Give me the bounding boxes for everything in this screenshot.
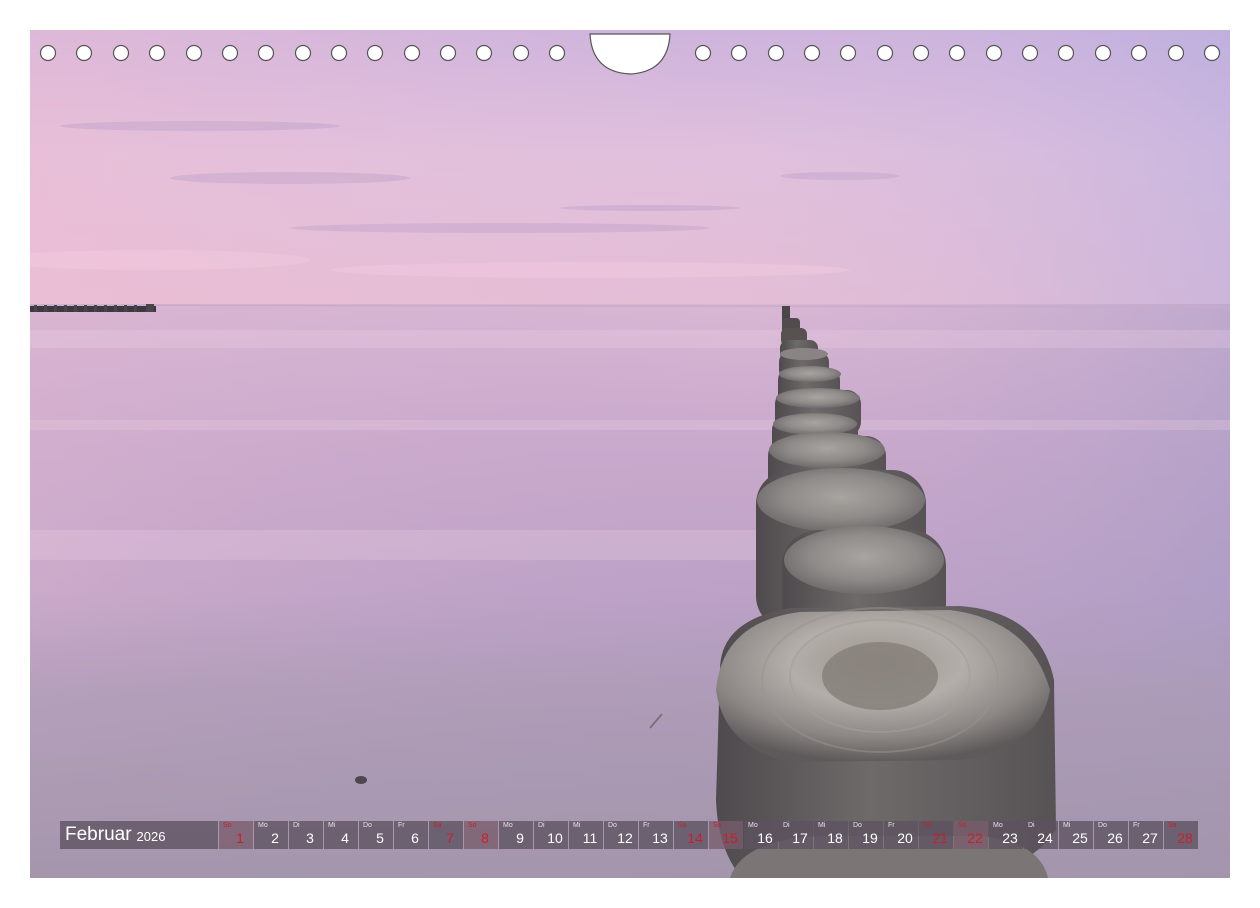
photo-scene [30, 30, 1230, 878]
day-cell: Mi 4 [324, 821, 358, 849]
day-cell: Mo 9 [499, 821, 533, 849]
day-number: 4 [341, 830, 349, 846]
day-number: 18 [827, 830, 843, 846]
day-number: 3 [306, 830, 314, 846]
day-cell: Mi 11 [569, 821, 603, 849]
day-cell: Mi 18 [814, 821, 848, 849]
day-cell: Fr 27 [1129, 821, 1163, 849]
day-cell: Di 24 [1024, 821, 1058, 849]
day-cell: Do 5 [359, 821, 393, 849]
day-number: 6 [411, 830, 419, 846]
day-cell: Mo 16 [744, 821, 778, 849]
day-number: 16 [757, 830, 773, 846]
month-year: 2026 [136, 829, 166, 844]
day-number: 11 [582, 830, 598, 846]
day-cell: Sa 7 [429, 821, 463, 849]
day-cell: Sa 21 [919, 821, 953, 849]
day-cell: Sa 14 [674, 821, 708, 849]
day-cell: Do 12 [604, 821, 638, 849]
day-cell: Di 3 [289, 821, 323, 849]
day-number: 28 [1177, 830, 1193, 846]
day-number: 2 [271, 830, 279, 846]
day-cell: Sa 28 [1164, 821, 1198, 849]
day-cell: Mo 2 [254, 821, 288, 849]
day-cell: Fr 13 [639, 821, 673, 849]
day-cell: Do 26 [1094, 821, 1128, 849]
day-number: 17 [792, 830, 808, 846]
day-number: 10 [547, 830, 563, 846]
day-cell: Do 19 [849, 821, 883, 849]
day-number: 21 [932, 830, 948, 846]
day-cell: Di 10 [534, 821, 568, 849]
day-number: 8 [481, 830, 489, 846]
month-name: Februar [65, 824, 132, 845]
day-cell: So 8 [464, 821, 498, 849]
day-number: 7 [446, 830, 454, 846]
day-cell: Mo 23 [989, 821, 1023, 849]
day-number: 1 [236, 830, 244, 846]
calendar-page: Februar 2026 So 1 Mo 2 Di 3 Mi 4 Do 5 Fr 6 Sa 7 So 8 Mo 9… [0, 0, 1260, 908]
day-number: 27 [1142, 830, 1158, 846]
photo [30, 30, 1230, 878]
day-number: 12 [617, 830, 633, 846]
day-number: 26 [1107, 830, 1123, 846]
day-number: 19 [862, 830, 878, 846]
day-number: 20 [897, 830, 913, 846]
day-cell: Fr 6 [394, 821, 428, 849]
day-number: 14 [687, 830, 703, 846]
day-cell: Fr 20 [884, 821, 918, 849]
day-cell: Di 17 [779, 821, 813, 849]
day-number: 23 [1002, 830, 1018, 846]
day-number: 13 [652, 830, 668, 846]
day-cell: So 1 [219, 821, 253, 849]
day-number: 9 [516, 830, 524, 846]
day-cells: So 1 Mo 2 Di 3 Mi 4 Do 5 Fr 6 Sa 7 So 8 Mo 9 Di 10 Mi 11 Do 12 F… [219, 821, 1198, 849]
day-cell: So 22 [954, 821, 988, 849]
day-cell: So 15 [709, 821, 743, 849]
month-label: Februar 2026 [60, 821, 218, 849]
day-cell: Mi 25 [1059, 821, 1093, 849]
day-number: 22 [967, 830, 983, 846]
day-number: 25 [1072, 830, 1088, 846]
day-number: 15 [722, 830, 738, 846]
day-number: 5 [376, 830, 384, 846]
day-number: 24 [1037, 830, 1053, 846]
calendar-strip: Februar 2026 So 1 Mo 2 Di 3 Mi 4 Do 5 Fr 6 Sa 7 So 8 Mo 9… [60, 821, 1202, 849]
